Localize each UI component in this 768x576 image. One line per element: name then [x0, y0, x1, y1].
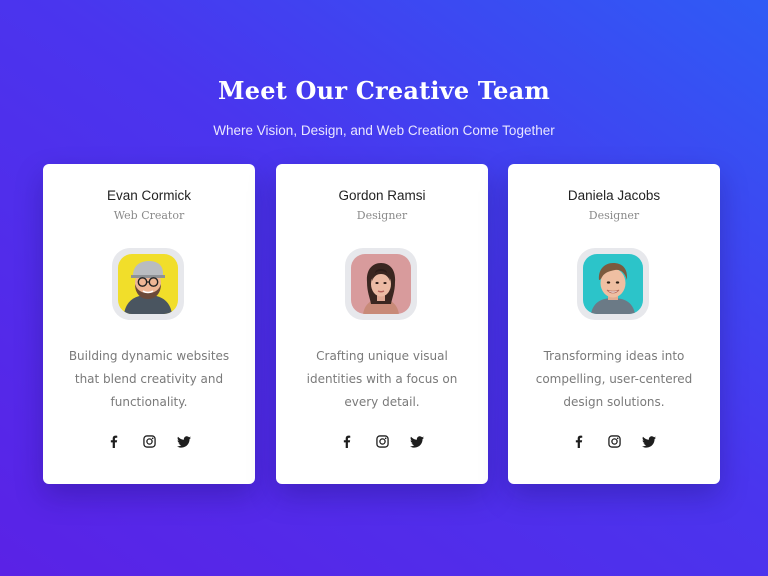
- member-name: Evan Cormick: [106, 188, 192, 203]
- member-role: Web Creator: [113, 209, 185, 222]
- twitter-icon[interactable]: [642, 434, 657, 449]
- instagram-icon[interactable]: [375, 434, 390, 449]
- member-role: Designer: [356, 209, 408, 222]
- team-card-daniela: Daniela Jacobs Designer Transforming ide…: [508, 164, 720, 484]
- member-description: Crafting unique visual identities with a…: [306, 349, 458, 409]
- avatar: [351, 254, 411, 314]
- page-subtitle: Where Vision, Design, and Web Creation C…: [213, 123, 555, 138]
- instagram-icon[interactable]: [607, 434, 622, 449]
- twitter-icon[interactable]: [410, 434, 425, 449]
- avatar-frame: [112, 248, 184, 320]
- member-description: Building dynamic websites that blend cre…: [68, 349, 230, 409]
- avatar-frame: [577, 248, 649, 320]
- instagram-icon[interactable]: [142, 434, 157, 449]
- facebook-icon[interactable]: [340, 434, 355, 449]
- social-links: [276, 434, 488, 449]
- team-card-evan: Evan Cormick Web Creator Building dynami…: [43, 164, 255, 484]
- facebook-icon[interactable]: [107, 434, 122, 449]
- team-card-gordon: Gordon Ramsi Designer Crafting unique vi…: [276, 164, 488, 484]
- member-name: Daniela Jacobs: [567, 188, 661, 203]
- twitter-icon[interactable]: [177, 434, 192, 449]
- facebook-icon[interactable]: [572, 434, 587, 449]
- member-description: Transforming ideas into compelling, user…: [535, 349, 693, 409]
- page-title: Meet Our Creative Team: [218, 76, 550, 105]
- social-links: [508, 434, 720, 449]
- avatar: [583, 254, 643, 314]
- social-links: [43, 434, 255, 449]
- avatar-frame: [345, 248, 417, 320]
- member-role: Designer: [588, 209, 640, 222]
- avatar: [118, 254, 178, 314]
- member-name: Gordon Ramsi: [338, 188, 426, 203]
